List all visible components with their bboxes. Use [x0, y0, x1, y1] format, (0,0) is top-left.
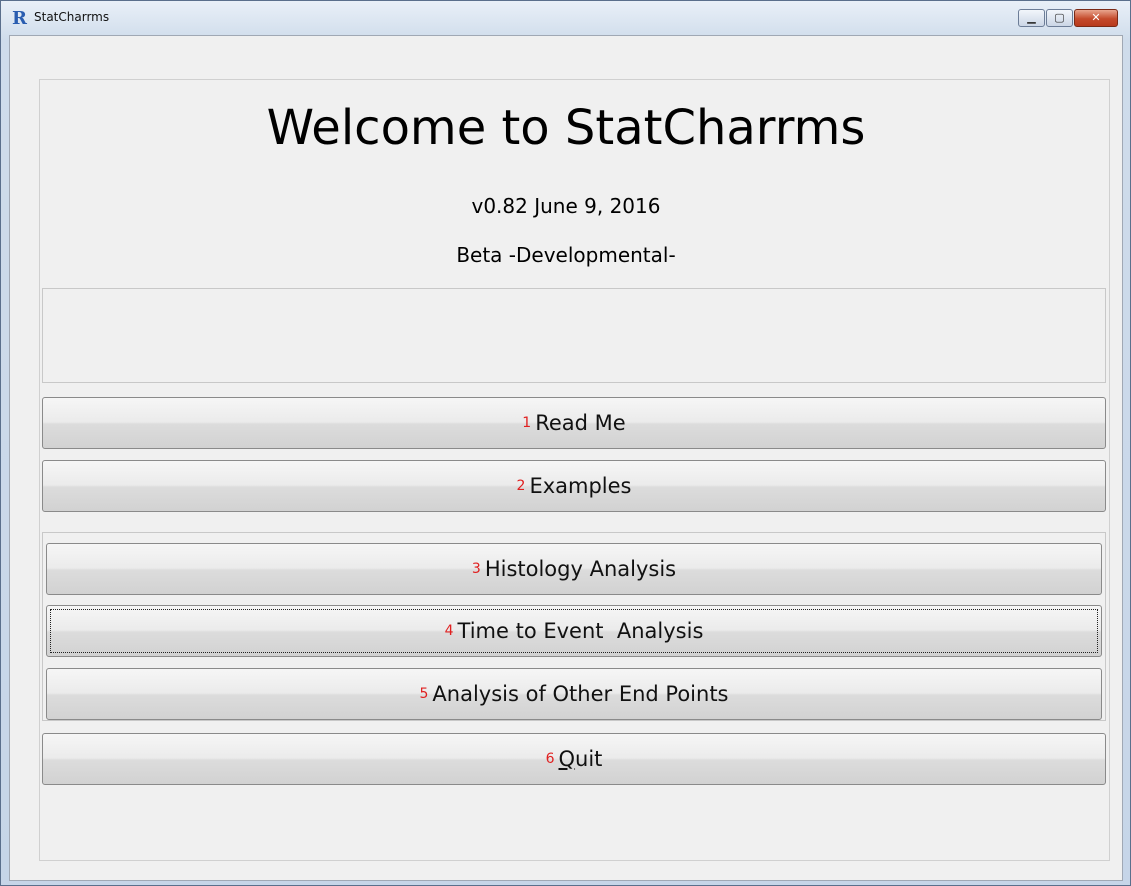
welcome-heading: Welcome to StatCharrms [266, 100, 866, 156]
button-label: Examples [529, 474, 632, 498]
maximize-button[interactable]: ▢ [1046, 9, 1073, 27]
title-bar[interactable]: R StatCharrms ▁ ▢ ✕ [1, 1, 1130, 35]
button-label: Histology Analysis [484, 557, 677, 581]
version-text: v0.82 June 9, 2016 [471, 194, 661, 218]
button-number: 3 [471, 561, 481, 577]
read-me-button[interactable]: 1 Read Me [42, 397, 1106, 449]
mnemonic-letter: Q [558, 747, 576, 771]
button-label: Analysis of Other End Points [432, 682, 729, 706]
button-number: 5 [419, 686, 429, 702]
button-number: 6 [545, 751, 555, 767]
r-logo-icon: R [12, 8, 27, 29]
app-window: R StatCharrms ▁ ▢ ✕ Welcome to StatCharr… [0, 0, 1131, 886]
message-area [42, 288, 1106, 383]
button-label-rest: uit [575, 747, 603, 771]
button-label: Read Me [535, 411, 626, 435]
beta-status-text: Beta -Developmental- [456, 243, 676, 267]
window-title: StatCharrms [34, 10, 110, 24]
histology-analysis-button[interactable]: 3 Histology Analysis [46, 543, 1102, 595]
time-to-event-analysis-button[interactable]: 4 Time to Event Analysis [46, 605, 1102, 657]
analysis-of-other-end-points-button[interactable]: 5 Analysis of Other End Points [46, 668, 1102, 720]
close-button[interactable]: ✕ [1074, 9, 1118, 27]
button-number: 1 [522, 415, 532, 431]
button-label: Time to Event Analysis [457, 619, 704, 643]
client-area: Welcome to StatCharrms v0.82 June 9, 201… [9, 35, 1123, 881]
quit-button[interactable]: 6 Quit [42, 733, 1106, 785]
button-number: 2 [516, 478, 526, 494]
button-number: 4 [444, 623, 454, 639]
minimize-button[interactable]: ▁ [1018, 9, 1045, 27]
examples-button[interactable]: 2 Examples [42, 460, 1106, 512]
button-label: Quit [559, 747, 603, 771]
window-controls: ▁ ▢ ✕ [1017, 9, 1118, 27]
